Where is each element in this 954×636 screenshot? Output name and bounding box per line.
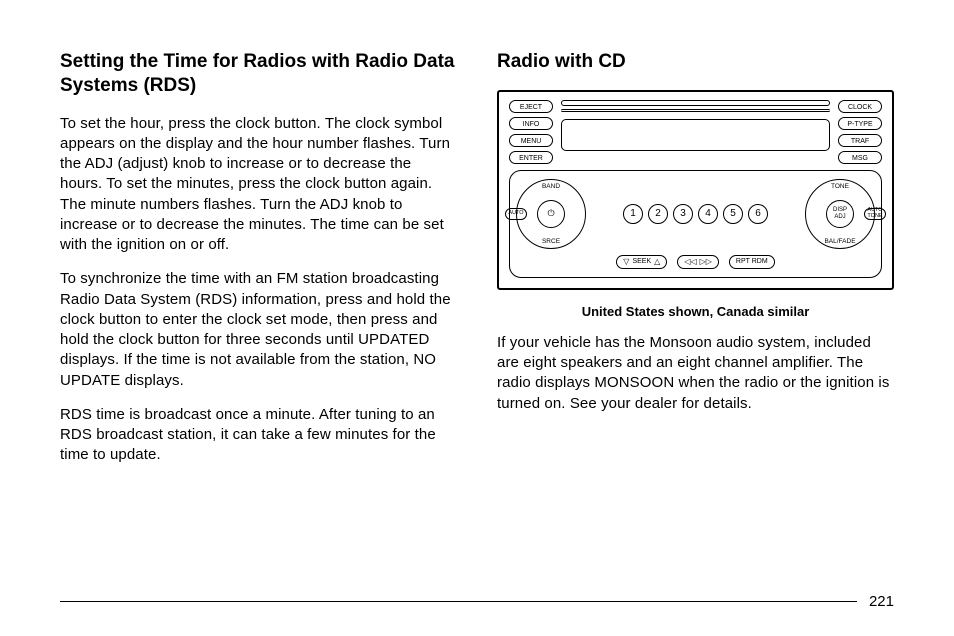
- right-knob: TONE AUTO TONE DISP ADJ BAL/FADE: [805, 179, 875, 249]
- radio-bottom-panel: BAND AUTO ⏻ SRCE 1 2 3 4 5 6: [509, 170, 882, 278]
- rpt-rdm-label: RPT RDM: [736, 258, 768, 265]
- ptype-button: P-TYPE: [838, 117, 882, 130]
- page-footer: 221: [60, 593, 894, 610]
- preset-4: 4: [698, 204, 718, 224]
- rewind-icon: ◁◁: [684, 257, 696, 266]
- left-paragraph-2: To synchronize the time with an FM stati…: [60, 269, 457, 391]
- left-column: Setting the Time for Radios with Radio D…: [60, 50, 457, 480]
- auto-tone-pill: AUTO TONE: [864, 208, 886, 220]
- right-paragraph-1: If your vehicle has the Monsoon audio sy…: [497, 333, 894, 414]
- auto-pill-left: AUTO: [505, 208, 527, 220]
- preset-6: 6: [748, 204, 768, 224]
- left-knob: BAND AUTO ⏻ SRCE: [516, 179, 586, 249]
- right-button-stack: CLOCK P-TYPE TRAF MSG: [838, 100, 882, 164]
- seek-control: ▽ SEEK △: [616, 255, 667, 269]
- radio-display: [561, 119, 830, 151]
- right-heading: Radio with CD: [497, 50, 894, 74]
- seek-label: SEEK: [632, 258, 651, 265]
- preset-buttons: 1 2 3 4 5 6: [592, 204, 799, 224]
- left-paragraph-1: To set the hour, press the clock button.…: [60, 114, 457, 256]
- forward-icon: ▷▷: [700, 257, 712, 266]
- eject-button: EJECT: [509, 100, 553, 113]
- balfade-label: BAL/FADE: [824, 238, 855, 245]
- traf-button: TRAF: [838, 134, 882, 147]
- preset-1: 1: [623, 204, 643, 224]
- tone-label: TONE: [831, 183, 849, 190]
- preset-5: 5: [723, 204, 743, 224]
- band-label: BAND: [542, 183, 560, 190]
- rpt-rdm-control: RPT RDM: [729, 255, 775, 269]
- left-button-stack: EJECT INFO MENU ENTER: [509, 100, 553, 164]
- menu-button: MENU: [509, 134, 553, 147]
- page-number: 221: [869, 593, 894, 610]
- footer-rule: [60, 601, 857, 602]
- clock-button: CLOCK: [838, 100, 882, 113]
- seek-up-icon: △: [654, 257, 660, 266]
- msg-button: MSG: [838, 151, 882, 164]
- left-heading: Setting the Time for Radios with Radio D…: [60, 50, 457, 98]
- preset-2: 2: [648, 204, 668, 224]
- srce-label: SRCE: [542, 238, 560, 245]
- preset-3: 3: [673, 204, 693, 224]
- rew-ff-control: ◁◁ ▷▷: [677, 255, 719, 269]
- radio-illustration: EJECT INFO MENU ENTER CLOCK P-TYPE TRAF …: [497, 90, 894, 290]
- cd-slot-area: [561, 100, 830, 151]
- seek-down-icon: ▽: [623, 257, 629, 266]
- left-paragraph-3: RDS time is broadcast once a minute. Aft…: [60, 405, 457, 466]
- enter-button: ENTER: [509, 151, 553, 164]
- info-button: INFO: [509, 117, 553, 130]
- right-column: Radio with CD EJECT INFO MENU ENTER CLOC…: [497, 50, 894, 480]
- disp-adj-label: DISP ADJ: [826, 200, 854, 228]
- radio-caption: United States shown, Canada similar: [497, 304, 894, 319]
- power-icon: ⏻: [537, 200, 565, 228]
